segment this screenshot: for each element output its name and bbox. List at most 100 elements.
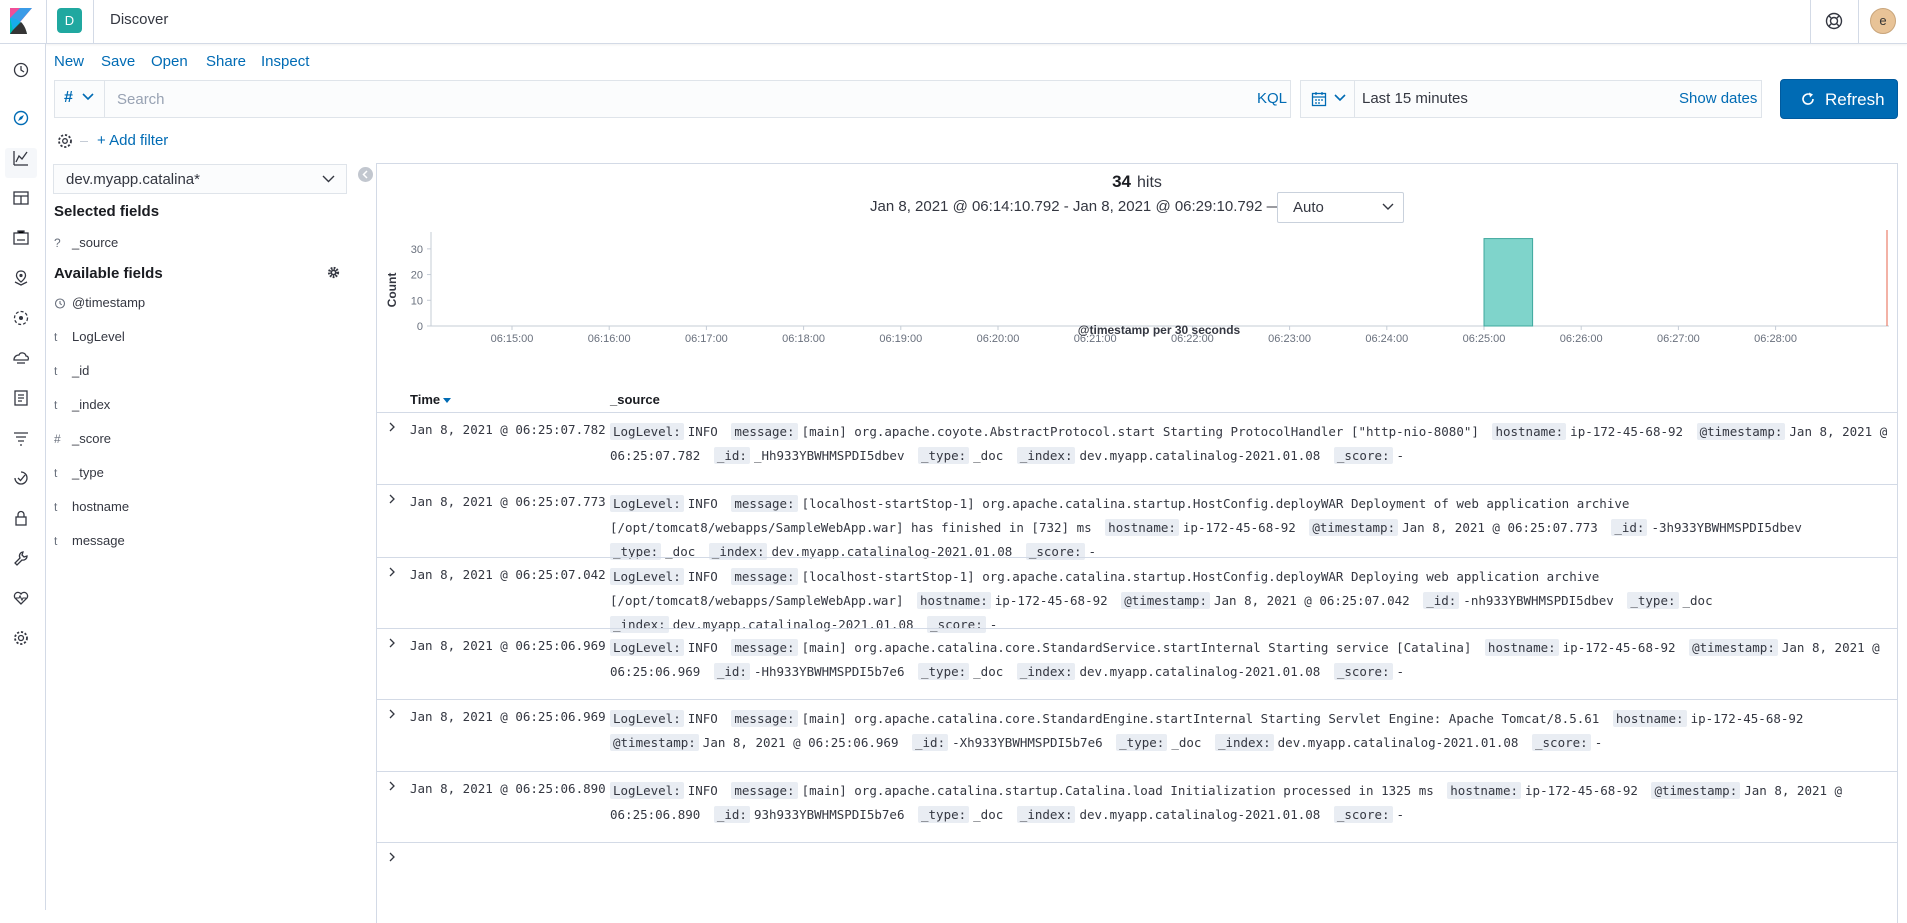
space-avatar[interactable]: D [57, 8, 82, 33]
collapse-sidebar-button[interactable] [358, 167, 373, 182]
stack-monitoring-icon[interactable] [11, 588, 31, 608]
saved-query-button[interactable]: # [55, 81, 105, 117]
machine-learning-icon[interactable] [11, 308, 31, 328]
source-field-value: dev.myapp.catalinalog-2021.01.08 [1079, 448, 1321, 463]
x-tick-label: 06:19:00 [879, 333, 922, 345]
management-gear-icon[interactable] [11, 628, 31, 648]
apm-icon[interactable] [11, 428, 31, 448]
source-field-value: ip-172-45-68-92 [994, 593, 1108, 608]
row-timestamp: Jan 8, 2021 @ 06:25:07.773 [410, 494, 606, 509]
maps-icon[interactable] [11, 268, 31, 288]
siem-lock-icon[interactable] [11, 508, 31, 528]
x-tick-label: 06:16:00 [588, 333, 631, 345]
table-row[interactable] [377, 842, 1897, 882]
histogram-bar[interactable] [1483, 238, 1534, 327]
header-separator [46, 0, 47, 44]
field-filter-gear-icon[interactable] [327, 266, 340, 279]
field-name: @timestamp [72, 295, 146, 310]
source-field-key: LogLevel: [610, 639, 684, 656]
expand-row-chevron-icon[interactable] [387, 708, 397, 720]
source-field-value: -Xh933YBWHMSPDI5b7e6 [952, 735, 1103, 750]
table-row[interactable]: Jan 8, 2021 @ 06:25:07.782 LogLevel: INFO … [377, 412, 1897, 484]
source-field-value: ip-172-45-68-92 [1570, 424, 1684, 439]
expand-row-chevron-icon[interactable] [387, 493, 397, 505]
uptime-icon[interactable] [11, 468, 31, 488]
row-timestamp: Jan 8, 2021 @ 06:25:07.782 [410, 422, 606, 437]
source-field-key: @timestamp: [1651, 782, 1741, 799]
canvas-icon[interactable] [11, 228, 31, 248]
filter-options-gear-icon[interactable] [56, 132, 74, 150]
source-field-key: _type: [918, 806, 970, 823]
source-field-value: _doc [973, 448, 1004, 463]
save-button[interactable]: Save [101, 53, 135, 70]
kql-toggle-button[interactable]: KQL [1257, 90, 1287, 107]
show-dates-button[interactable]: Show dates [1679, 90, 1757, 107]
x-tick-label: 06:24:00 [1365, 333, 1408, 345]
date-range-label[interactable]: Last 15 minutes [1362, 90, 1468, 107]
source-field-key: _score: [1333, 447, 1393, 464]
visualize-icon[interactable] [11, 148, 31, 168]
discover-icon[interactable] [11, 108, 31, 128]
x-tick-label: 06:26:00 [1560, 333, 1603, 345]
top-header: D Discover e [0, 0, 1907, 44]
source-field-key: _id: [912, 734, 949, 751]
hits-counter: 34 hits [377, 172, 1897, 192]
kibana-logo-icon[interactable] [10, 8, 32, 34]
x-tick-label: 06:23:00 [1268, 333, 1311, 345]
table-row[interactable]: Jan 8, 2021 @ 06:25:06.969 LogLevel: INFO … [377, 628, 1897, 699]
x-tick-label: 06:28:00 [1754, 333, 1797, 345]
source-field-key: _type: [918, 447, 970, 464]
time-column-header[interactable]: Time [410, 392, 452, 407]
infrastructure-icon[interactable] [11, 348, 31, 368]
chevron-down-icon [1334, 94, 1346, 102]
source-field-value: -nh933YBWHMSPDI5dbev [1463, 593, 1614, 608]
expand-row-chevron-icon[interactable] [387, 566, 397, 578]
table-row[interactable]: Jan 8, 2021 @ 06:25:07.773 LogLevel: INFO … [377, 484, 1897, 560]
selected-fields-heading: Selected fields [54, 203, 160, 220]
source-field-key: LogLevel: [610, 495, 684, 512]
search-input[interactable] [105, 81, 1225, 117]
quick-select-button[interactable] [1301, 81, 1355, 117]
expand-row-chevron-icon[interactable] [387, 780, 397, 792]
source-field-value: INFO [687, 711, 718, 726]
dashboard-icon[interactable] [11, 188, 31, 208]
expand-row-chevron-icon[interactable] [387, 637, 397, 649]
field-type-string-icon: t [54, 330, 58, 344]
source-field-key: message: [731, 495, 798, 512]
share-button[interactable]: Share [206, 53, 246, 70]
refresh-button[interactable]: Refresh [1780, 79, 1898, 119]
new-button[interactable]: New [54, 53, 84, 70]
source-field-key: _index: [1214, 734, 1274, 751]
logs-icon[interactable] [11, 388, 31, 408]
field-name: _id [72, 363, 90, 378]
inspect-button[interactable]: Inspect [261, 53, 309, 70]
table-row[interactable]: Jan 8, 2021 @ 06:25:06.890 LogLevel: INFO … [377, 771, 1897, 842]
x-tick-label: 06:20:00 [977, 333, 1020, 345]
source-field-value: _doc [973, 807, 1004, 822]
dev-tools-icon[interactable] [11, 548, 31, 568]
expand-row-chevron-icon[interactable] [387, 421, 397, 433]
interval-select[interactable]: Auto [1277, 192, 1404, 223]
source-field-value: Jan 8, 2021 @ 06:25:07.773 [1402, 520, 1598, 535]
help-icon[interactable] [1822, 9, 1846, 33]
expand-row-chevron-icon[interactable] [387, 851, 397, 863]
hit-count: 34 [1112, 172, 1131, 191]
open-button[interactable]: Open [151, 53, 188, 70]
source-field-key: _score: [1333, 663, 1393, 680]
field-type-unknown-icon: ? [54, 236, 61, 250]
sort-descending-icon[interactable] [443, 398, 452, 404]
index-pattern-select[interactable]: dev.myapp.catalina* [53, 164, 347, 194]
table-row[interactable]: Jan 8, 2021 @ 06:25:07.042 LogLevel: INFO … [377, 557, 1897, 633]
y-tick-label: 0 [417, 321, 423, 333]
source-field-key: _id: [713, 806, 750, 823]
clock-icon [54, 298, 66, 309]
time-column-label: Time [410, 392, 441, 407]
user-avatar[interactable]: e [1870, 8, 1896, 34]
add-filter-button[interactable]: + Add filter [97, 132, 168, 149]
table-row[interactable]: Jan 8, 2021 @ 06:25:06.969 LogLevel: INFO … [377, 699, 1897, 771]
y-axis: 0 10 20 30 [411, 232, 432, 333]
recently-viewed-icon[interactable] [11, 60, 31, 80]
source-field-key: message: [731, 710, 798, 727]
source-field-key: message: [731, 782, 798, 799]
header-separator [1858, 0, 1859, 44]
